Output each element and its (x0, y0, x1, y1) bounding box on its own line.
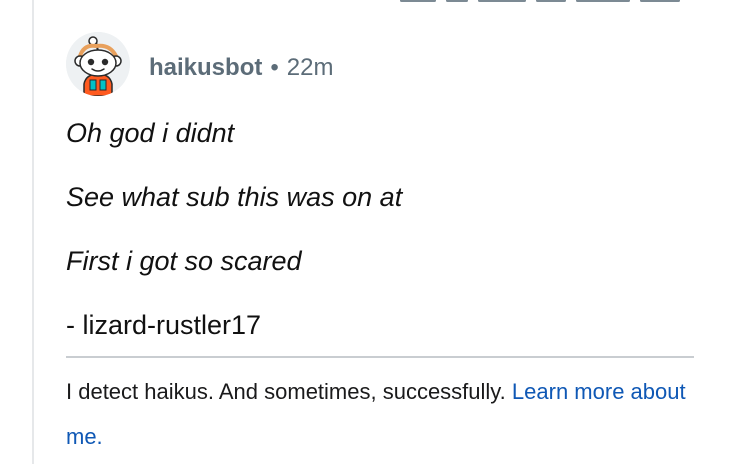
snoo-avatar-icon[interactable] (66, 32, 130, 96)
haiku-line-3: First i got so scared (66, 246, 302, 276)
thread-line[interactable] (32, 0, 34, 464)
comment-page: haikusbot • 22m Oh god i didnt See what su… (0, 0, 750, 464)
haiku-signature: - lizard-rustler17 (66, 310, 262, 340)
haiku-line-2: See what sub this was on at (66, 182, 403, 212)
comment-body: Oh god i didnt See what sub this was on … (66, 114, 706, 344)
author-name[interactable]: haikusbot (149, 54, 262, 81)
comment-timestamp[interactable]: 22m (287, 54, 334, 81)
horizontal-rule (66, 356, 694, 358)
bot-footer: I detect haikus. And sometimes, successf… (66, 369, 706, 459)
meta-separator: • (270, 54, 279, 81)
footer-text: I detect haikus. And sometimes, successf… (66, 379, 506, 404)
haiku-line-1: Oh god i didnt (66, 118, 235, 148)
comment-meta: haikusbot • 22m (149, 54, 333, 82)
cropped-previous-content (400, 0, 720, 4)
